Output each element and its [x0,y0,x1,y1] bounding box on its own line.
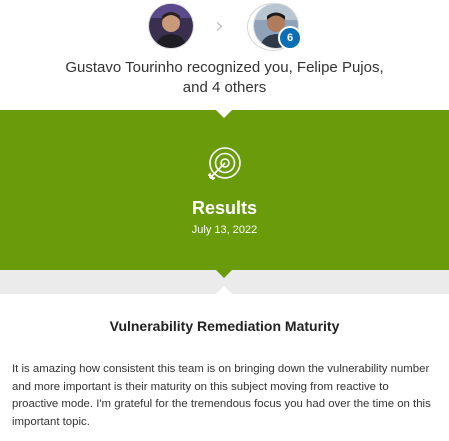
recognition-verb: recognized [182,59,265,76]
separator: , [288,59,297,76]
card-message: It is amazing how consistent this team i… [12,363,431,428]
banner-top-notch [216,110,232,118]
you-label: you [264,59,289,76]
banner-bottom-notch [216,270,232,278]
others-word: others [220,79,267,96]
comma: , [379,59,384,76]
recognition-text: Gustavo Tourinho recognized you, Felipe … [0,58,449,98]
card-pointer-notch [216,286,232,294]
banner-date: July 13, 2022 [191,224,258,236]
giver-name[interactable]: Gustavo Tourinho [65,59,182,76]
banner-title: Results [191,198,258,218]
card-title: Vulnerability Remediation Maturity [109,318,340,334]
giver-avatar[interactable] [149,4,193,48]
recognition-header: › 6 Gustavo Tourinho recognized you, Fel… [0,0,449,110]
recipient-name[interactable]: Felipe Pujos [297,59,380,76]
target-icon [207,147,241,181]
recipient-count-badge[interactable]: 6 [278,26,302,50]
value-banner: Results July 13, 2022 [0,110,449,270]
and-word: and [182,79,212,96]
chevron-right-icon: › [215,14,224,39]
